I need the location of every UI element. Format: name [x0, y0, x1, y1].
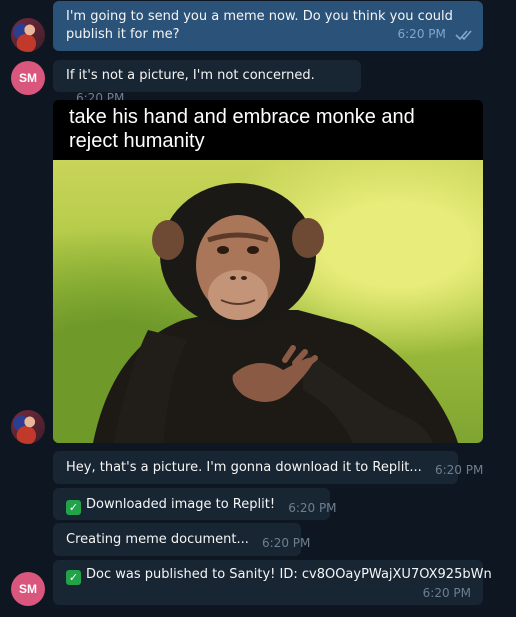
read-checkmarks-icon	[455, 29, 473, 47]
message-time: 6:20 PM	[262, 536, 311, 550]
message-time: 6:20 PM	[422, 586, 471, 600]
meme-caption: take his hand and embrace monke and reje…	[53, 100, 483, 160]
chimpanzee-image	[93, 183, 458, 443]
message-text: Downloaded image to Replit!	[86, 497, 276, 512]
message-bubble-incoming: Creating meme document... 6:20 PM	[53, 523, 310, 556]
message-text: Doc was published to Sanity! ID: cv8OOay…	[86, 567, 492, 582]
message-text: If it's not a picture, I'm not concerned…	[66, 68, 315, 83]
message-bubble-incoming: ✓ Doc was published to Sanity! ID: cv8OOa…	[53, 560, 492, 605]
message-time: 6:20 PM	[434, 463, 484, 477]
check-mark-icon: ✓	[66, 500, 81, 515]
message-bubble-incoming: If it's not a picture, I'm not concerned…	[53, 60, 361, 105]
meme-image[interactable]: take his hand and embrace monke and reje…	[53, 100, 483, 443]
user-avatar[interactable]	[11, 410, 45, 444]
bot-avatar[interactable]: SM	[11, 61, 45, 95]
chimpanzee-photo	[53, 160, 483, 443]
message-text: Creating meme document...	[66, 532, 249, 547]
message-bubble-incoming: Hey, that's a picture. I'm gonna downloa…	[53, 451, 483, 484]
message-bubble-incoming: ✓ Downloaded image to Replit! 6:20 PM	[53, 488, 337, 520]
check-mark-icon: ✓	[66, 570, 81, 585]
message-bubble-outgoing: I'm going to send you a meme now. Do you…	[53, 1, 483, 51]
bot-avatar[interactable]: SM	[11, 572, 45, 606]
message-text: Hey, that's a picture. I'm gonna downloa…	[66, 460, 422, 475]
user-avatar[interactable]	[11, 18, 45, 52]
message-time: 6:20 PM	[288, 501, 337, 515]
message-time: 6:20 PM	[397, 27, 446, 41]
